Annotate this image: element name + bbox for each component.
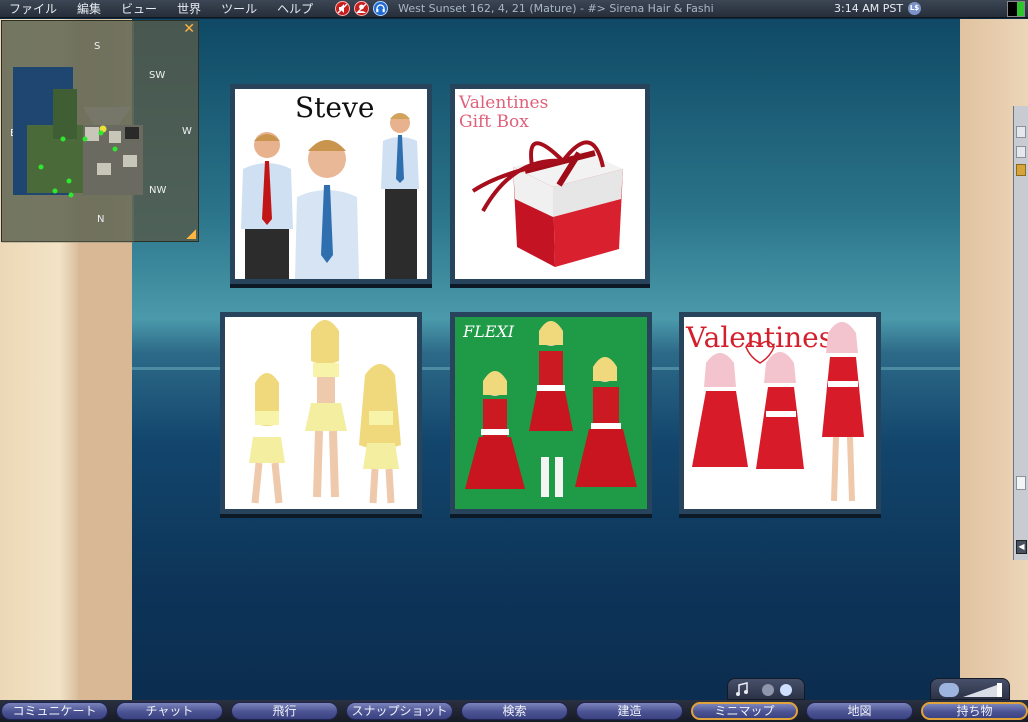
minimap-button[interactable]: ミニマップ [691,702,798,720]
minimap-panel[interactable]: ✕ S SE SW E W NE NW N [1,20,199,243]
health-meter [1007,1,1025,17]
gift-box-title-line1: Valentines [458,93,548,113]
compass-sw: SW [149,70,166,81]
menu-edit[interactable]: 編集 [67,0,111,18]
build-button[interactable]: 建造 [576,702,683,720]
compass-s: S [94,41,101,52]
music-note-icon[interactable] [734,682,750,698]
menu-view[interactable]: ビュー [111,0,167,18]
voice-controls [930,678,1010,700]
gift-box-title-line2: Gift Box [459,112,529,132]
compass-w: W [182,126,192,137]
menu-bar: ファイル 編集 ビュー 世界 ツール ヘルプ West Sunset 162, … [0,0,1028,18]
menu-file[interactable]: ファイル [0,0,67,18]
linden-dollar-icon[interactable]: L$ [908,2,921,15]
menu-world[interactable]: 世界 [167,0,211,18]
gift-box-product-image: Valentines Gift Box [455,89,645,279]
play-icon[interactable] [780,684,792,696]
minimap-terrain[interactable] [13,67,143,217]
vendor-flexi[interactable]: FLEXI [450,312,652,514]
side-panel-button[interactable] [1016,126,1026,138]
stop-icon[interactable] [762,684,774,696]
fly-button[interactable]: 飛行 [231,702,338,720]
speaker-icon[interactable] [939,683,959,697]
scroll-left-icon[interactable]: ◀ [1016,540,1027,554]
inventory-button[interactable]: 持ち物 [921,702,1028,720]
left-wall-pillar [78,241,132,700]
close-icon[interactable]: ✕ [183,22,195,36]
menu-help[interactable]: ヘルプ [267,0,323,18]
compass-nw: NW [149,185,167,196]
vendor-valentines-dresses[interactable]: Valentines [679,312,881,514]
valentines-title: Valentines [685,321,833,354]
voice-off-icon[interactable] [354,1,370,16]
resize-handle-icon[interactable] [186,229,196,239]
clock-text: 3:14 AM PST [834,2,904,15]
vendor-steve[interactable]: Steve [230,84,432,284]
vendor-yellow-outfit[interactable] [220,312,422,514]
yellow-outfit-product-image [225,317,417,509]
vendor-gift-box[interactable]: Valentines Gift Box [450,84,650,284]
mute-icon[interactable] [335,1,351,16]
chat-button[interactable]: チャット [116,702,223,720]
location-text[interactable]: West Sunset 162, 4, 21 (Mature) - #> Sir… [398,2,714,15]
steve-title: Steve [295,91,374,124]
side-panel-edge[interactable]: ◀ [1013,106,1028,560]
valentines-product-image: Valentines [684,317,876,509]
side-panel-tab[interactable] [1016,164,1026,176]
map-button[interactable]: 地図 [806,702,913,720]
bottom-toolbar: コミュニケート チャット 飛行 スナップショット 検索 建造 ミニマップ 地図 … [0,700,1028,722]
side-panel-button[interactable] [1016,146,1026,158]
menu-tools[interactable]: ツール [211,0,267,18]
flexi-product-image: FLEXI [455,317,647,509]
communicate-button[interactable]: コミュニケート [1,702,108,720]
search-button[interactable]: 検索 [461,702,568,720]
volume-slider[interactable] [963,683,1003,697]
media-controls [727,678,805,700]
snapshot-button[interactable]: スナップショット [346,702,453,720]
steve-product-image: Steve [235,89,427,279]
side-panel-checkbox[interactable] [1016,476,1026,490]
headset-icon[interactable] [373,1,389,16]
flexi-title: FLEXI [462,322,515,341]
